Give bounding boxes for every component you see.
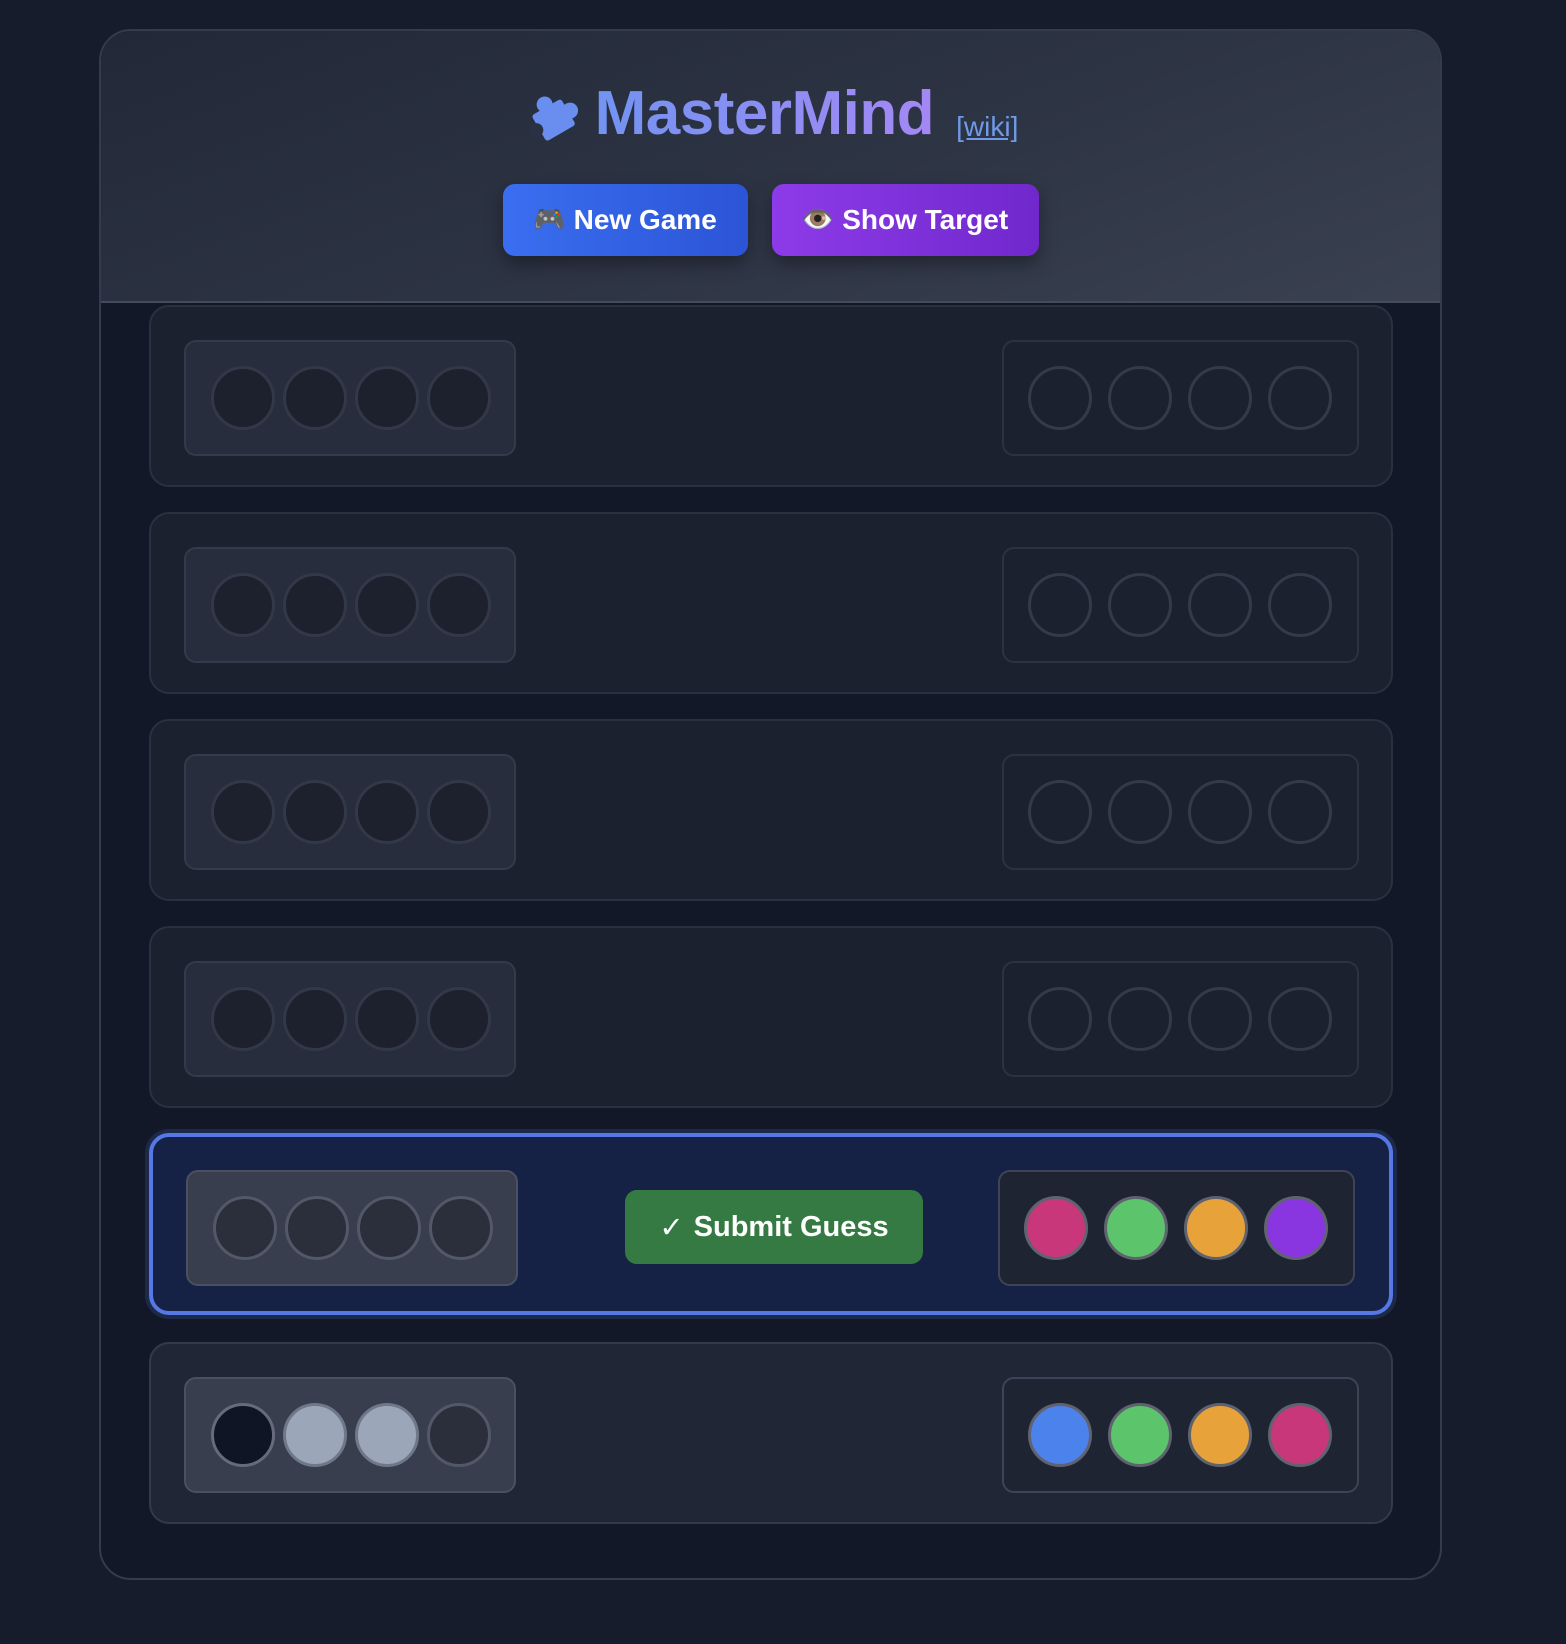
feedback-peg-empty bbox=[283, 987, 347, 1051]
feedback-peg-empty bbox=[211, 987, 275, 1051]
header: MasterMind [wiki] 🎮 New Game 👁️ Show Tar… bbox=[101, 31, 1440, 303]
feedback-peg-empty bbox=[357, 1196, 421, 1260]
feedback-peg-empty bbox=[283, 366, 347, 430]
submit-guess-label: Submit Guess bbox=[693, 1210, 889, 1243]
puzzle-piece-icon bbox=[528, 96, 578, 141]
guess-peg-green[interactable] bbox=[1104, 1196, 1168, 1260]
gamepad-icon: 🎮 bbox=[533, 205, 566, 235]
eye-icon: 👁️ bbox=[801, 205, 835, 235]
guess-peg-empty bbox=[1028, 366, 1092, 430]
guess-row bbox=[149, 305, 1393, 487]
guess-peg-empty bbox=[1188, 987, 1252, 1051]
guess-peg-empty bbox=[1188, 366, 1252, 430]
feedback-peg-empty bbox=[355, 987, 419, 1051]
guess-peg-empty bbox=[1268, 987, 1332, 1051]
feedback-peg-empty bbox=[427, 780, 491, 844]
feedback-peg-empty bbox=[429, 1196, 493, 1260]
game-container: MasterMind [wiki] 🎮 New Game 👁️ Show Tar… bbox=[99, 29, 1442, 1580]
guess-row bbox=[149, 1342, 1393, 1524]
new-game-button[interactable]: 🎮 New Game bbox=[502, 184, 748, 256]
guess-peg-empty bbox=[1108, 780, 1172, 844]
guess-pegs bbox=[1002, 961, 1359, 1077]
app-title: MasterMind bbox=[594, 79, 935, 148]
feedback-peg-black bbox=[211, 1403, 275, 1467]
feedback-peg-empty bbox=[283, 780, 347, 844]
guess-peg-empty bbox=[1108, 573, 1172, 637]
guess-peg-pink[interactable] bbox=[1024, 1196, 1088, 1260]
guess-row bbox=[149, 512, 1393, 694]
show-target-button[interactable]: 👁️ Show Target bbox=[771, 184, 1039, 256]
feedback-peg-empty bbox=[283, 573, 347, 637]
guess-peg-empty bbox=[1028, 573, 1092, 637]
feedback-peg-empty bbox=[427, 573, 491, 637]
guess-pegs bbox=[1002, 1377, 1359, 1493]
guess-pegs bbox=[1002, 754, 1359, 870]
title-row: MasterMind [wiki] bbox=[101, 79, 1440, 149]
new-game-label: New Game bbox=[573, 204, 717, 235]
feedback-pegs bbox=[184, 754, 516, 870]
feedback-peg-empty bbox=[211, 573, 275, 637]
guess-peg-pink bbox=[1268, 1403, 1332, 1467]
guess-peg-empty bbox=[1268, 573, 1332, 637]
feedback-peg-empty bbox=[211, 366, 275, 430]
guess-peg-empty bbox=[1188, 780, 1252, 844]
guess-pegs bbox=[1002, 547, 1359, 663]
guess-row bbox=[149, 926, 1393, 1108]
feedback-pegs bbox=[184, 547, 516, 663]
feedback-peg-empty bbox=[427, 366, 491, 430]
feedback-peg-empty bbox=[355, 780, 419, 844]
feedback-peg-empty bbox=[355, 573, 419, 637]
wiki-link[interactable]: [wiki] bbox=[956, 111, 1018, 143]
feedback-peg-empty bbox=[427, 1403, 491, 1467]
guess-row bbox=[149, 719, 1393, 901]
feedback-peg-empty bbox=[427, 987, 491, 1051]
feedback-pegs bbox=[184, 340, 516, 456]
feedback-peg-white bbox=[355, 1403, 419, 1467]
feedback-pegs bbox=[184, 1377, 516, 1493]
feedback-peg-empty bbox=[211, 780, 275, 844]
guess-peg-empty bbox=[1268, 780, 1332, 844]
show-target-label: Show Target bbox=[842, 204, 1009, 235]
feedback-peg-empty bbox=[213, 1196, 277, 1260]
guess-peg-orange[interactable] bbox=[1184, 1196, 1248, 1260]
checkmark-icon: ✓ bbox=[659, 1210, 684, 1244]
feedback-peg-empty bbox=[355, 366, 419, 430]
guess-peg-empty bbox=[1108, 366, 1172, 430]
guess-peg-blue bbox=[1028, 1403, 1092, 1467]
guess-pegs bbox=[998, 1170, 1355, 1286]
guess-peg-green bbox=[1108, 1403, 1172, 1467]
feedback-peg-white bbox=[283, 1403, 347, 1467]
guess-peg-empty bbox=[1028, 780, 1092, 844]
submit-guess-button[interactable]: ✓ Submit Guess bbox=[625, 1190, 923, 1264]
guess-row[interactable]: ✓ Submit Guess bbox=[149, 1133, 1393, 1315]
feedback-pegs bbox=[186, 1170, 518, 1286]
header-buttons: 🎮 New Game 👁️ Show Target bbox=[101, 184, 1440, 256]
guess-peg-empty bbox=[1188, 573, 1252, 637]
guess-peg-orange bbox=[1188, 1403, 1252, 1467]
guess-pegs bbox=[1002, 340, 1359, 456]
guess-peg-purple[interactable] bbox=[1264, 1196, 1328, 1260]
guess-peg-empty bbox=[1028, 987, 1092, 1051]
guess-peg-empty bbox=[1108, 987, 1172, 1051]
guess-peg-empty bbox=[1268, 366, 1332, 430]
feedback-pegs bbox=[184, 961, 516, 1077]
feedback-peg-empty bbox=[285, 1196, 349, 1260]
